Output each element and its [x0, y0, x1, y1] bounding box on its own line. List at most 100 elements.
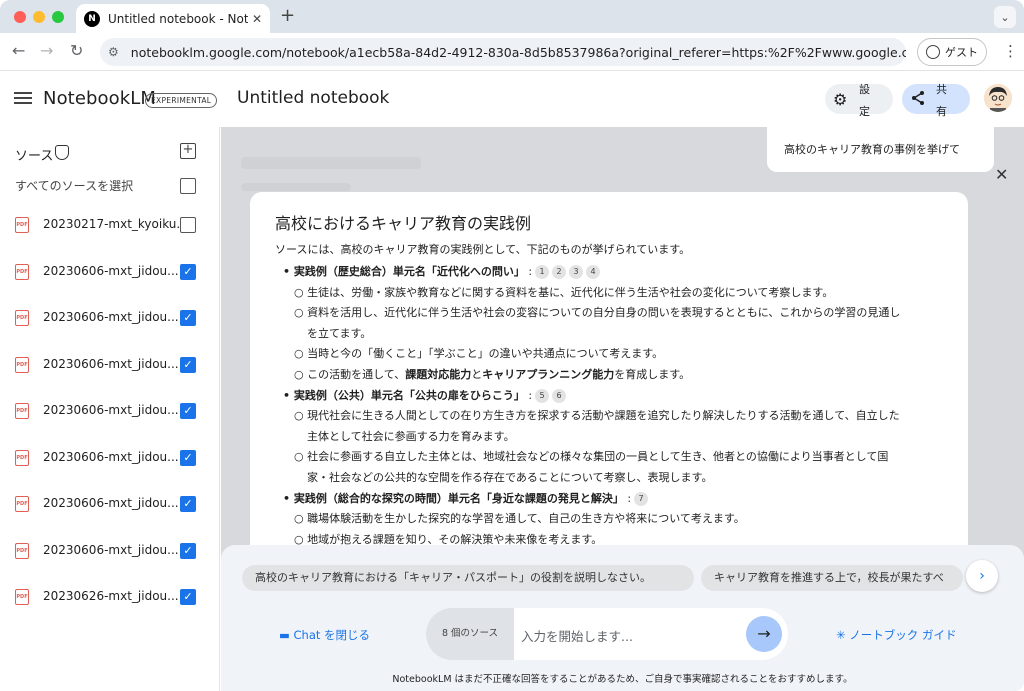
placeholder-bar [241, 157, 421, 169]
source-checkbox[interactable]: ✓ [180, 356, 196, 373]
share-icon [910, 90, 926, 110]
user-query-bubble: 高校のキャリア教育の事例を挙げて [767, 127, 994, 172]
settings-button[interactable]: ⚙ 設定 [825, 83, 893, 118]
pdf-icon: PDF [15, 263, 29, 280]
citation-badge[interactable]: 7 [634, 491, 649, 506]
address-bar[interactable]: ⚙ notebooklm.google.com/notebook/a1ecb58… [100, 38, 906, 66]
guest-label: ゲスト [945, 46, 978, 59]
chevron-right-icon[interactable]: › [966, 560, 998, 592]
tab-title: Untitled notebook - Notebook [108, 11, 248, 26]
sources-heading: ソース [15, 149, 54, 164]
maximize-window-button[interactable] [52, 11, 64, 23]
disclaimer-text: NotebookLM はまだ不正確な回答をすることがあるため、ご自身で事実確認さ… [392, 674, 853, 685]
pdf-icon: PDF [15, 356, 29, 373]
tab-search-button[interactable]: ⌄ [994, 6, 1016, 28]
citation-badge[interactable]: 2 [552, 265, 567, 279]
input-placeholder[interactable]: 入力を開始します... [521, 626, 633, 645]
forward-arrow-icon[interactable]: → [40, 41, 53, 61]
citation-badge[interactable]: 4 [586, 265, 601, 279]
pdf-icon: PDF [15, 496, 29, 512]
browser-tab[interactable]: N Untitled notebook - Notebook ✕ [76, 4, 270, 33]
source-checkbox[interactable]: ✓ [180, 310, 196, 326]
response-subitem: ○ 職場体験活動を生かした探究的な学習を通して、自己の生き方や将来について考えま… [294, 512, 745, 526]
citation-badge[interactable]: 1 [535, 265, 550, 279]
site-info-icon[interactable]: ⚙ [108, 45, 127, 59]
response-subitem-continued: 主体として社会に参画する力を育みます。 [307, 429, 515, 443]
suggestion-chip[interactable]: 高校のキャリア教育における「キャリア・パスポート」の役割を説明しなさい。 [242, 565, 694, 591]
share-button[interactable]: 共有 [902, 83, 970, 118]
avatar[interactable] [984, 84, 1012, 112]
source-name: 20230606-mxt_jidou... [43, 542, 179, 557]
minimize-window-button[interactable] [33, 11, 45, 23]
tab-bar: N Untitled notebook - Notebook ✕ + ⌄ [0, 0, 1024, 33]
select-all-checkbox[interactable] [180, 178, 196, 194]
pdf-icon: PDF [15, 217, 29, 233]
sparkle-icon: ✳ [836, 628, 850, 642]
guest-profile-button[interactable]: ゲスト [917, 38, 987, 66]
source-checkbox[interactable]: ✓ [180, 263, 196, 280]
close-window-button[interactable] [14, 11, 26, 23]
pdf-icon: PDF [15, 449, 29, 466]
response-subitem: ○ この活動を通して、課題対応能力とキャリアプランニング能力を育成します。 [294, 368, 691, 381]
source-item[interactable]: PDF 20230606-mxt_jidou... ✓ [0, 399, 220, 423]
source-name: 20230606-mxt_jidou... [43, 449, 179, 464]
experimental-badge: EXPERIMENTAL [145, 93, 218, 108]
source-checkbox[interactable]: ✓ [180, 403, 196, 419]
citation-badge[interactable]: 5 [535, 388, 550, 403]
close-chat-button[interactable]: ▬ Chat を閉じる [279, 627, 370, 643]
citation-badge[interactable]: 3 [569, 265, 584, 279]
url-text: notebooklm.google.com/notebook/a1ecb58a-… [130, 44, 906, 60]
new-tab-button[interactable]: + [280, 6, 295, 26]
source-item[interactable]: PDF 20230606-mxt_jidou... ✓ [0, 539, 220, 563]
source-checkbox[interactable]: ✓ [180, 542, 196, 559]
pdf-icon: PDF [15, 403, 29, 419]
source-checkbox[interactable]: ✓ [180, 589, 196, 605]
response-subitem: ○ 資料を活用し、近代化に伴う生活や社会の変容についての自分自身の問いを表現する… [294, 306, 901, 320]
notebook-guide-button[interactable]: ✳ ノートブック ガイド [836, 627, 956, 643]
reload-icon[interactable]: ↻ [70, 41, 83, 61]
response-bullet: • 実践例（公共）単元名「公共の扉をひらこう」 :56 [283, 387, 567, 403]
source-count-badge[interactable]: 8 個のソース [426, 608, 514, 660]
source-name: 20230606-mxt_jidou... [43, 263, 179, 278]
browser-window: N Untitled notebook - Notebook ✕ + ⌄ ← →… [0, 0, 1024, 691]
back-arrow-icon[interactable]: ← [12, 41, 25, 61]
source-checkbox[interactable] [180, 217, 196, 233]
source-item[interactable]: PDF 20230606-mxt_jidou... ✓ [0, 353, 220, 377]
sources-sidebar: ソース + すべてのソースを選択 PDF 20230217-mxt_kyoiku.… [0, 127, 220, 691]
chat-input[interactable]: 8 個のソース 入力を開始します... → [426, 608, 788, 660]
source-name: 20230626-mxt_jidou... [43, 589, 179, 603]
source-item[interactable]: PDF 20230606-mxt_jidou... ✓ [0, 260, 220, 284]
source-name: 20230606-mxt_jidou... [43, 356, 179, 371]
hamburger-menu-icon[interactable] [14, 92, 32, 104]
source-checkbox[interactable]: ✓ [180, 496, 196, 512]
source-item[interactable]: PDF 20230606-mxt_jidou... ✓ [0, 446, 220, 470]
source-item[interactable]: PDF 20230217-mxt_kyoiku... [0, 213, 220, 237]
citation-badge[interactable]: 6 [552, 388, 567, 403]
browser-menu-icon[interactable]: ⋮ [1003, 42, 1018, 60]
response-bullet: • 実践例（歴史総合）単元名「近代化への問い」 :1234 [283, 263, 601, 279]
guide-label: ノートブック ガイド [849, 628, 957, 642]
response-card: 高校におけるキャリア教育の実践例 ソースには、高校のキャリア教育の実践例として、… [250, 192, 968, 582]
source-name: 20230217-mxt_kyoiku... [43, 217, 188, 231]
source-item[interactable]: PDF 20230626-mxt_jidou... ✓ [0, 585, 220, 609]
placeholder-bar [241, 183, 351, 191]
tab-close-icon[interactable]: ✕ [252, 12, 262, 26]
close-chat-label: Chat を閉じる [293, 628, 371, 642]
response-subitem-continued: を立てます。 [307, 326, 372, 340]
source-checkbox[interactable]: ✓ [180, 449, 196, 466]
response-subitem: ○ 社会に参画する自立した主体とは、地域社会などの様々な集団の一員として生き、他… [294, 450, 889, 464]
pdf-icon: PDF [15, 589, 29, 605]
response-intro: ソースには、高校のキャリア教育の実践例として、下記のものが挙げられています。 [275, 243, 691, 256]
pdf-icon: PDF [15, 542, 29, 559]
browser-toolbar: ← → ↻ ⚙ notebooklm.google.com/notebook/a… [0, 33, 1024, 71]
add-source-button[interactable]: + [180, 143, 196, 159]
notebook-title[interactable]: Untitled notebook [237, 88, 389, 108]
source-item[interactable]: PDF 20230606-mxt_jidou... ✓ [0, 492, 220, 516]
close-icon[interactable]: ✕ [995, 165, 1008, 184]
chat-icon: ▬ [279, 628, 294, 642]
notion-favicon-icon: N [84, 10, 100, 27]
source-item[interactable]: PDF 20230606-mxt_jidou... ✓ [0, 306, 220, 330]
response-title: 高校におけるキャリア教育の実践例 [275, 214, 532, 233]
send-arrow-icon[interactable]: → [746, 616, 782, 652]
suggestion-chip[interactable]: キャリア教育を推進する上で，校長が果たすべ [701, 565, 963, 591]
